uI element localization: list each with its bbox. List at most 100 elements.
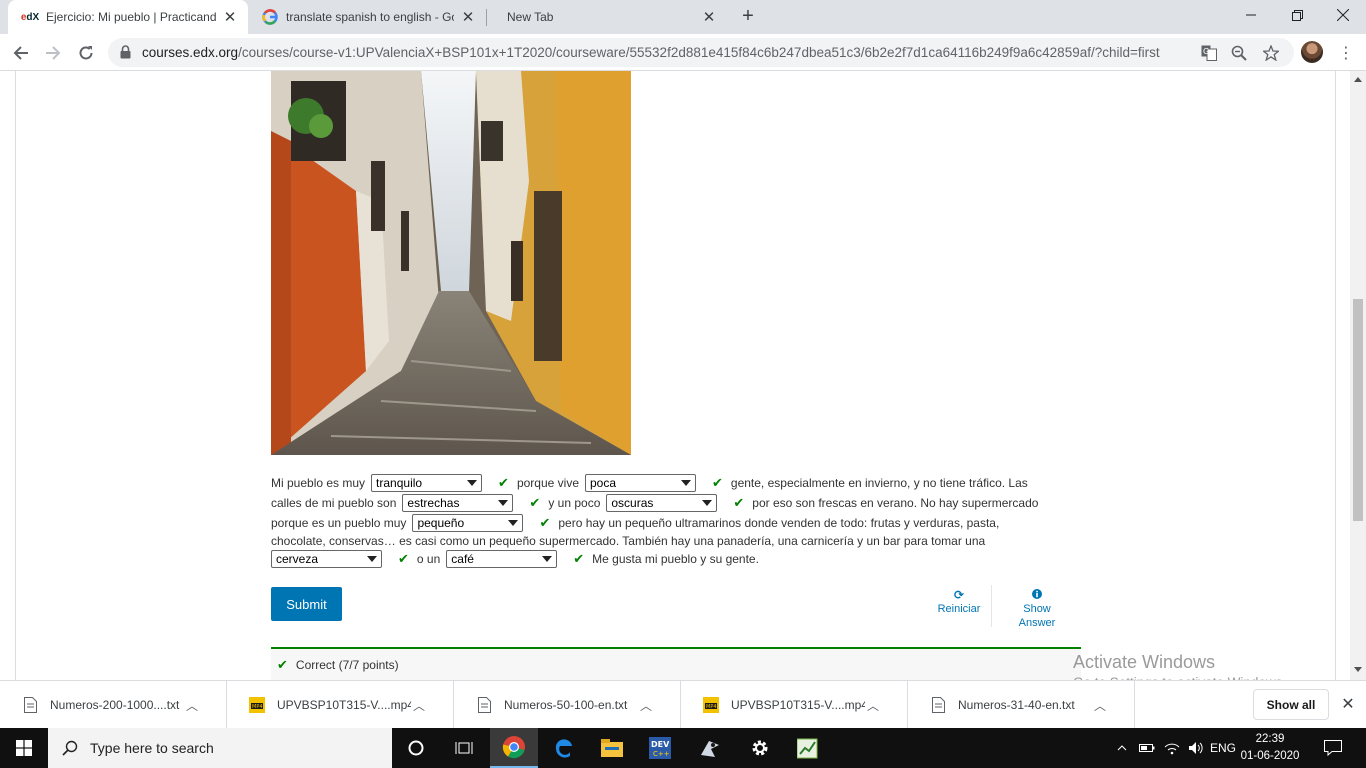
exercise-text: por eso son frescas en verano. No hay su… <box>752 496 1039 510</box>
tab-title: New Tab <box>507 10 554 24</box>
answer-select-3[interactable]: estrechas <box>402 494 514 512</box>
select-value: cerveza <box>276 552 319 566</box>
exercise-line: calles de mi pueblo son estrechas ✔ y un… <box>271 493 1081 513</box>
download-item[interactable]: Numeros-31-40-en.txt ︿ <box>908 681 1135 729</box>
zoom-icon[interactable] <box>1229 43 1249 63</box>
svg-text:G: G <box>1203 47 1209 56</box>
exercise-text: Me gusta mi pueblo y su gente. <box>592 552 759 566</box>
tray-chevron-up-icon[interactable] <box>1112 728 1132 768</box>
page-viewport: Mi pueblo es muy tranquilo ✔ porque vive… <box>0 71 1350 680</box>
lock-icon[interactable] <box>120 45 131 62</box>
chevron-up-icon[interactable]: ︿ <box>411 697 427 714</box>
correct-check-icon: ✔ <box>712 475 723 490</box>
download-item[interactable]: MP4 UPVBSP10T315-V....mp4 ︿ <box>227 681 454 729</box>
exercise-line: Mi pueblo es muy tranquilo ✔ porque vive… <box>271 473 1081 493</box>
google-icon <box>262 9 278 25</box>
cortana-icon[interactable] <box>392 728 440 768</box>
info-icon <box>1011 588 1063 602</box>
chevron-up-icon[interactable]: ︿ <box>638 697 654 714</box>
exercise-text: gente, especialmente en invierno, y no t… <box>730 476 1028 490</box>
video-file-icon: MP4 <box>703 696 719 714</box>
tab-google-translate[interactable]: translate spanish to english - Goo ✕ <box>248 0 486 34</box>
taskbar-search-box[interactable]: Type here to search <box>48 728 392 768</box>
answer-select-7[interactable]: café <box>446 550 558 568</box>
windows-start-icon[interactable] <box>0 728 48 768</box>
answer-select-5[interactable]: pequeño <box>412 514 524 532</box>
spreadsheet-app-icon[interactable] <box>784 728 832 768</box>
show-answer-button[interactable]: Show Answer <box>1011 588 1063 630</box>
downloads-bar: Numeros-200-1000....txt ︿ MP4 UPVBSP10T3… <box>0 680 1366 729</box>
download-filename: Numeros-200-1000....txt <box>50 698 180 712</box>
forward-arrow-icon[interactable] <box>40 40 66 66</box>
text-file-icon <box>22 696 38 714</box>
restore-icon[interactable] <box>1274 0 1320 30</box>
text-file-icon <box>476 696 492 714</box>
scrollbar-thumb[interactable] <box>1353 299 1363 521</box>
select-value: tranquilo <box>376 476 423 490</box>
refresh-icon: ⟳ <box>953 588 965 602</box>
close-window-icon[interactable] <box>1320 0 1366 30</box>
input-language[interactable]: ENG <box>1208 728 1238 768</box>
exercise-text: porque vive <box>516 476 579 490</box>
dropdown-caret-icon <box>542 556 553 562</box>
download-item[interactable]: MP4 UPVBSP10T315-V....mp4 ︿ <box>681 681 908 729</box>
volume-icon[interactable] <box>1185 728 1207 768</box>
reset-button[interactable]: ⟳ Reiniciar <box>934 588 984 616</box>
dropdown-caret-icon <box>498 500 509 506</box>
tab-title: Ejercicio: Mi pueblo | Practicando <box>46 10 216 24</box>
back-arrow-icon[interactable] <box>8 40 34 66</box>
correct-check-icon: ✔ <box>733 495 745 510</box>
dropdown-caret-icon <box>367 556 377 562</box>
page-scrollbar[interactable] <box>1350 71 1366 680</box>
address-bar[interactable]: courses.edx.org/courses/course-v1:UPVale… <box>108 38 1294 67</box>
taskbar-clock[interactable]: 22:39 01-06-2020 <box>1238 731 1302 765</box>
select-value: estrechas <box>407 496 460 510</box>
url-host: courses.edx.org <box>142 45 239 60</box>
more-options-icon[interactable]: ⋮ <box>1336 40 1356 66</box>
edge-taskbar-icon[interactable] <box>540 728 588 768</box>
exercise-text: Mi pueblo es muy <box>271 476 366 490</box>
battery-icon[interactable] <box>1136 728 1158 768</box>
tab-new-tab[interactable]: New Tab ✕ <box>487 0 727 34</box>
show-answer-label: Answer <box>1018 617 1056 629</box>
scroll-up-icon[interactable] <box>1354 77 1362 82</box>
download-item[interactable]: Numeros-200-1000....txt ︿ <box>0 681 227 729</box>
windows-taskbar: Type here to search DEV C++ ENG 22:39 01-… <box>0 728 1366 768</box>
new-tab-plus-icon[interactable]: + <box>736 5 760 29</box>
devcpp-icon[interactable]: DEV C++ <box>636 728 684 768</box>
correct-check-icon: ✔ <box>277 657 288 672</box>
wifi-icon[interactable] <box>1161 728 1183 768</box>
file-explorer-icon[interactable] <box>588 728 636 768</box>
answer-select-4[interactable]: oscuras <box>606 494 718 512</box>
correct-check-icon: ✔ <box>573 551 585 566</box>
notifications-icon[interactable] <box>1318 728 1348 768</box>
task-view-icon[interactable] <box>440 728 488 768</box>
settings-gear-icon[interactable] <box>736 728 784 768</box>
scroll-down-icon[interactable] <box>1354 667 1362 672</box>
close-tab-icon[interactable]: ✕ <box>222 9 238 26</box>
profile-avatar[interactable] <box>1301 41 1323 63</box>
close-tab-icon[interactable]: ✕ <box>701 9 717 26</box>
chrome-taskbar-icon[interactable] <box>490 728 538 768</box>
close-downloads-icon[interactable]: ✕ <box>1338 693 1358 715</box>
translate-page-icon[interactable]: G <box>1199 43 1219 63</box>
show-all-downloads-button[interactable]: Show all <box>1253 689 1329 720</box>
chevron-up-icon[interactable]: ︿ <box>184 697 200 714</box>
reload-icon[interactable] <box>73 40 99 66</box>
tab-edx-exercise[interactable]: e dX Ejercicio: Mi pueblo | Practicando ✕ <box>8 0 248 34</box>
chevron-up-icon[interactable]: ︿ <box>1092 697 1108 714</box>
minimize-icon[interactable] <box>1228 0 1274 30</box>
download-item[interactable]: Numeros-50-100-en.txt ︿ <box>454 681 681 729</box>
answer-select-2[interactable]: poca <box>585 474 696 492</box>
bookmark-star-icon[interactable] <box>1261 43 1281 63</box>
download-filename: UPVBSP10T315-V....mp4 <box>731 698 865 712</box>
exercise-line: chocolate, conservas… es casi como un pe… <box>271 533 1081 549</box>
chevron-up-icon[interactable]: ︿ <box>865 697 881 714</box>
close-tab-icon[interactable]: ✕ <box>460 9 476 26</box>
dropdown-caret-icon <box>702 500 713 506</box>
answer-select-1[interactable]: tranquilo <box>371 474 483 492</box>
url-text: courses.edx.org/courses/course-v1:UPVale… <box>142 45 1160 60</box>
answer-select-6[interactable]: cerveza <box>271 550 382 568</box>
submit-button[interactable]: Submit <box>271 587 342 621</box>
app-bird-icon[interactable] <box>686 728 734 768</box>
